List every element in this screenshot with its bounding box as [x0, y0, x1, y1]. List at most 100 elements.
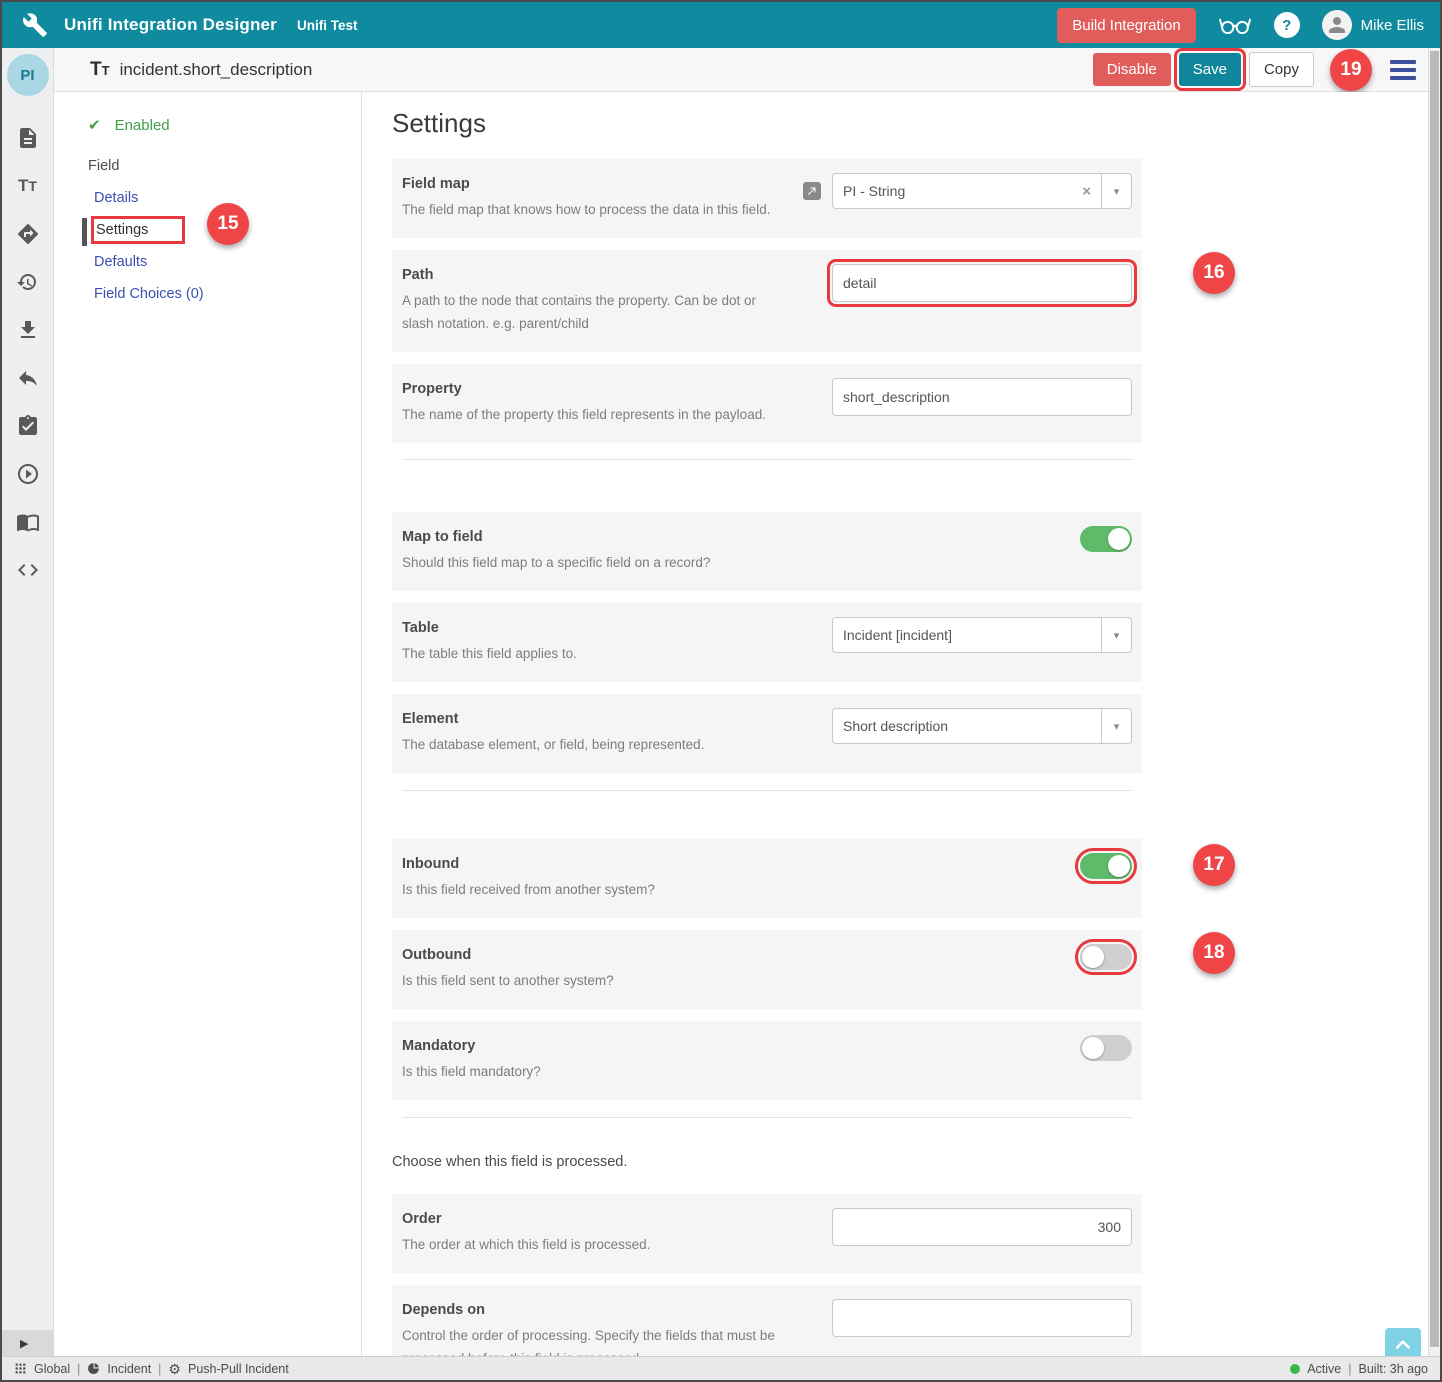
row-depends-on: Depends on Control the order of processi…	[392, 1285, 1142, 1356]
disable-button[interactable]: Disable	[1093, 53, 1171, 86]
row-inbound: Inbound Is this field received from anot…	[392, 839, 1142, 918]
enabled-label: Enabled	[115, 117, 170, 134]
save-button[interactable]: Save	[1179, 53, 1241, 86]
gear-icon: ⚙	[168, 1362, 181, 1376]
property-input[interactable]	[832, 378, 1132, 416]
mandatory-label: Mandatory	[402, 1036, 1132, 1056]
map-to-field-toggle[interactable]	[1080, 526, 1132, 552]
expand-arrow-icon: ▶	[20, 1337, 28, 1350]
user-name: Mike Ellis	[1361, 17, 1424, 34]
row-mandatory: Mandatory Is this field mandatory?	[392, 1021, 1142, 1100]
sidebar-item-field-choices[interactable]: Field Choices (0)	[94, 286, 361, 302]
depends-on-description: Control the order of processing. Specify…	[402, 1324, 782, 1356]
user-avatar	[1322, 10, 1352, 40]
built-timestamp: Built: 3h ago	[1359, 1362, 1429, 1376]
user-menu[interactable]: Mike Ellis	[1322, 10, 1424, 40]
row-order: Order The order at which this field is p…	[392, 1194, 1142, 1273]
table-select[interactable]: Incident [incident] ▾	[832, 617, 1132, 653]
process-note: Choose when this field is processed.	[392, 1154, 1142, 1170]
history-icon[interactable]	[16, 270, 40, 294]
integration-label[interactable]: Push-Pull Incident	[188, 1362, 289, 1376]
path-input[interactable]	[832, 264, 1132, 302]
help-icon[interactable]: ?	[1274, 12, 1300, 38]
row-map-to-field: Map to field Should this field map to a …	[392, 512, 1142, 591]
field-map-description: The field map that knows how to process …	[402, 198, 782, 221]
incident-table-icon	[87, 1362, 100, 1375]
document-icon[interactable]	[16, 126, 40, 150]
outbound-description: Is this field sent to another system?	[402, 969, 782, 992]
open-reference-icon[interactable]	[803, 182, 821, 200]
copy-button[interactable]: Copy	[1249, 52, 1314, 87]
integration-avatar[interactable]: PI	[7, 54, 49, 96]
record-title: incident.short_description	[120, 60, 313, 80]
vertical-scrollbar[interactable]	[1428, 48, 1440, 1356]
play-icon[interactable]	[16, 462, 40, 486]
step-badge-17: 17	[1193, 844, 1235, 886]
chevron-down-icon[interactable]: ▾	[1101, 618, 1131, 652]
property-description: The name of the property this field repr…	[402, 403, 782, 426]
docs-icon[interactable]	[16, 510, 40, 534]
inbound-label: Inbound	[402, 854, 1132, 874]
inbound-description: Is this field received from another syst…	[402, 878, 782, 901]
scope-label[interactable]: Global	[34, 1362, 70, 1376]
app-title: Unifi Integration Designer	[64, 15, 277, 35]
enabled-status: ✔ Enabled	[88, 116, 361, 134]
order-description: The order at which this field is process…	[402, 1233, 782, 1256]
chevron-down-icon[interactable]: ▾	[1101, 709, 1131, 743]
depends-on-input[interactable]	[832, 1299, 1132, 1337]
directions-icon[interactable]	[16, 222, 40, 246]
field-map-select[interactable]: PI - String × ▾	[832, 173, 1132, 209]
element-value: Short description	[833, 718, 1101, 734]
text-fields-icon[interactable]: TT	[16, 174, 40, 198]
element-select[interactable]: Short description ▾	[832, 708, 1132, 744]
spectacles-icon[interactable]	[1218, 14, 1252, 36]
table-value: Incident [incident]	[833, 627, 1101, 643]
icon-rail: PI TT ▶	[2, 48, 54, 1356]
field-type-icon: TT	[90, 59, 110, 81]
row-outbound: Outbound Is this field sent to another s…	[392, 930, 1142, 1009]
inbound-toggle[interactable]	[1080, 853, 1132, 879]
order-input[interactable]	[832, 1208, 1132, 1246]
map-to-field-label: Map to field	[402, 527, 1132, 547]
tasks-icon[interactable]	[16, 414, 40, 438]
mandatory-description: Is this field mandatory?	[402, 1060, 782, 1083]
section-divider	[402, 790, 1132, 791]
row-field-map: Field map The field map that knows how t…	[392, 159, 1142, 238]
code-icon[interactable]	[16, 558, 40, 582]
active-indicator	[82, 218, 87, 246]
step-badge-19: 19	[1330, 49, 1372, 91]
outbound-toggle[interactable]	[1080, 944, 1132, 970]
path-description: A path to the node that contains the pro…	[402, 289, 782, 335]
download-icon[interactable]	[16, 318, 40, 342]
mandatory-toggle[interactable]	[1080, 1035, 1132, 1061]
section-divider	[402, 1117, 1132, 1118]
top-app-bar: Unifi Integration Designer Unifi Test Bu…	[2, 2, 1440, 48]
step-badge-16: 16	[1193, 252, 1235, 294]
row-element: Element The database element, or field, …	[392, 694, 1142, 773]
menu-icon[interactable]	[1390, 60, 1416, 80]
scrollbar-thumb[interactable]	[1430, 51, 1439, 1347]
check-icon: ✔	[88, 116, 101, 134]
clear-icon[interactable]: ×	[1072, 183, 1101, 200]
build-integration-button[interactable]: Build Integration	[1057, 8, 1195, 43]
expand-rail-button[interactable]: ▶	[2, 1330, 54, 1356]
page-title: Settings	[392, 108, 1426, 139]
chevron-down-icon[interactable]: ▾	[1101, 174, 1131, 208]
active-status-label: Active	[1307, 1362, 1341, 1376]
table-label[interactable]: Incident	[107, 1362, 151, 1376]
sidebar-item-defaults[interactable]: Defaults	[94, 254, 361, 270]
reply-icon[interactable]	[16, 366, 40, 390]
settings-panel: Settings Field map The field map that kn…	[363, 92, 1426, 1356]
nav-group-field: Field	[88, 158, 361, 174]
active-status-dot	[1290, 1364, 1300, 1374]
element-description: The database element, or field, being re…	[402, 733, 782, 756]
step-badge-18: 18	[1193, 932, 1235, 974]
environment-name: Unifi Test	[297, 18, 358, 33]
record-header: TT incident.short_description Disable Sa…	[54, 48, 1440, 92]
wrench-icon	[22, 11, 50, 39]
grid-icon	[14, 1362, 27, 1375]
field-nav-panel: ✔ Enabled Field Details Settings Default…	[54, 92, 362, 1356]
step-badge-15: 15	[207, 203, 249, 245]
outbound-label: Outbound	[402, 945, 1132, 965]
row-table: Table The table this field applies to. I…	[392, 603, 1142, 682]
